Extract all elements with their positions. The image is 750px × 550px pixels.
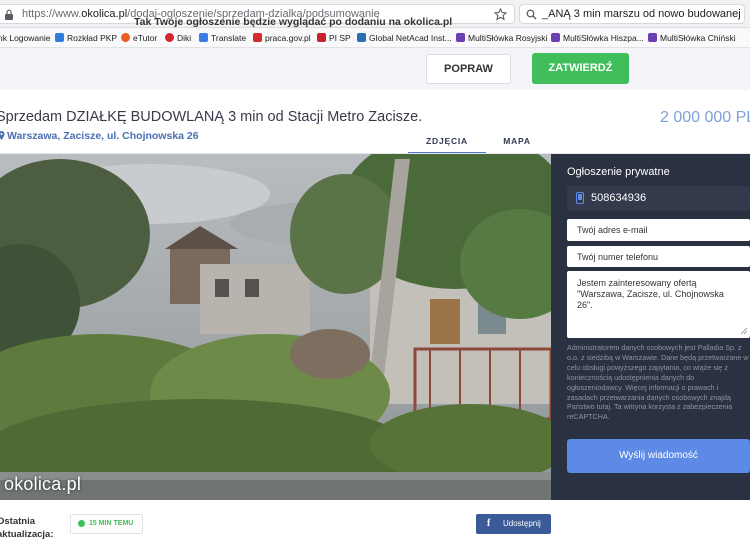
search-text: _ANĄ 3 min marszu od nowo budowanej (542, 8, 741, 20)
preview-bar (0, 48, 750, 90)
search-icon (526, 9, 537, 20)
preview-message: Tak Twoje ogłoszenie będzie wyglądać po … (134, 16, 453, 28)
bookmark-icon (317, 33, 326, 42)
bookmark-icon (648, 33, 657, 42)
status-badge-text: 15 MIN TEMU (89, 520, 134, 527)
status-dot-icon (78, 520, 85, 527)
contact-heading: Ogłoszenie prywatne (567, 166, 670, 178)
bookmark-icon (551, 33, 560, 42)
bookmark-icon (456, 33, 465, 42)
bookmark-item[interactable]: Diki (165, 31, 191, 45)
tab-map[interactable]: MAPA (478, 136, 556, 154)
edit-button[interactable]: POPRAW (426, 54, 511, 84)
privacy-notice: Administratorem danych osobowych jest Pa… (567, 343, 749, 422)
listing-photo[interactable] (0, 154, 551, 500)
last-update-label: Ostatnia aktualizacja: (0, 516, 54, 540)
bookmark-icon (121, 33, 130, 42)
listing-title: Sprzedam DZIAŁKĘ BUDOWLANĄ 3 min od Stac… (0, 109, 423, 125)
bookmark-item[interactable]: Rozkład PKP (55, 31, 117, 45)
bookmark-item[interactable]: praca.gov.pl (253, 31, 311, 45)
facebook-icon: f (487, 518, 491, 529)
share-button-label: Udostępnij (503, 519, 541, 528)
email-field[interactable]: Twój adres e-mail (567, 219, 750, 241)
listing-location[interactable]: Warszawa, Zacisze, ul. Chojnowska 26 (0, 130, 199, 142)
bookmark-item[interactable]: eTutor (121, 31, 157, 45)
bookmark-item[interactable]: MultiSłówka Hiszpa... (551, 31, 644, 45)
bookmark-item[interactable]: MultiSłówka Rosyjski (456, 31, 547, 45)
bookmark-icon (55, 33, 64, 42)
phone-icon (576, 192, 584, 204)
bookmark-icon (165, 33, 174, 42)
lock-icon (5, 9, 13, 20)
bookmark-icon (199, 33, 208, 42)
bookmark-item[interactable]: Global NetAcad Inst... (357, 31, 452, 45)
map-pin-icon (0, 131, 5, 140)
send-message-button[interactable]: Wyślij wiadomość (567, 439, 750, 473)
phone-field[interactable]: Twój numer telefonu (567, 246, 750, 267)
bookmark-item[interactable]: MultiSłówka Chiński (648, 31, 736, 45)
photo-watermark: okolica.pl (4, 474, 82, 494)
bookmark-icon (357, 33, 366, 42)
tab-photos[interactable]: ZDJĘCIA (408, 136, 486, 154)
bookmark-icon (253, 33, 262, 42)
bookmarks-bar: nk Logowanie Rozkład PKP eTutor Diki Tra… (0, 28, 750, 48)
bookmark-star-icon[interactable] (494, 8, 507, 21)
bookmark-item[interactable]: PI SP (317, 31, 351, 45)
message-textarea[interactable]: Jestem zainteresowany ofertą "Warszawa, … (567, 271, 750, 338)
search-bar[interactable]: _ANĄ 3 min marszu od nowo budowanej (519, 4, 745, 24)
bookmark-item[interactable]: nk Logowanie (0, 31, 50, 45)
phone-number[interactable]: 508634936 (591, 192, 646, 204)
resize-handle-icon[interactable] (740, 327, 748, 335)
confirm-button[interactable]: ZATWIERDŹ (532, 53, 629, 84)
bookmark-item[interactable]: Translate (199, 31, 246, 45)
listing-price: 2 000 000 PL (660, 109, 750, 126)
